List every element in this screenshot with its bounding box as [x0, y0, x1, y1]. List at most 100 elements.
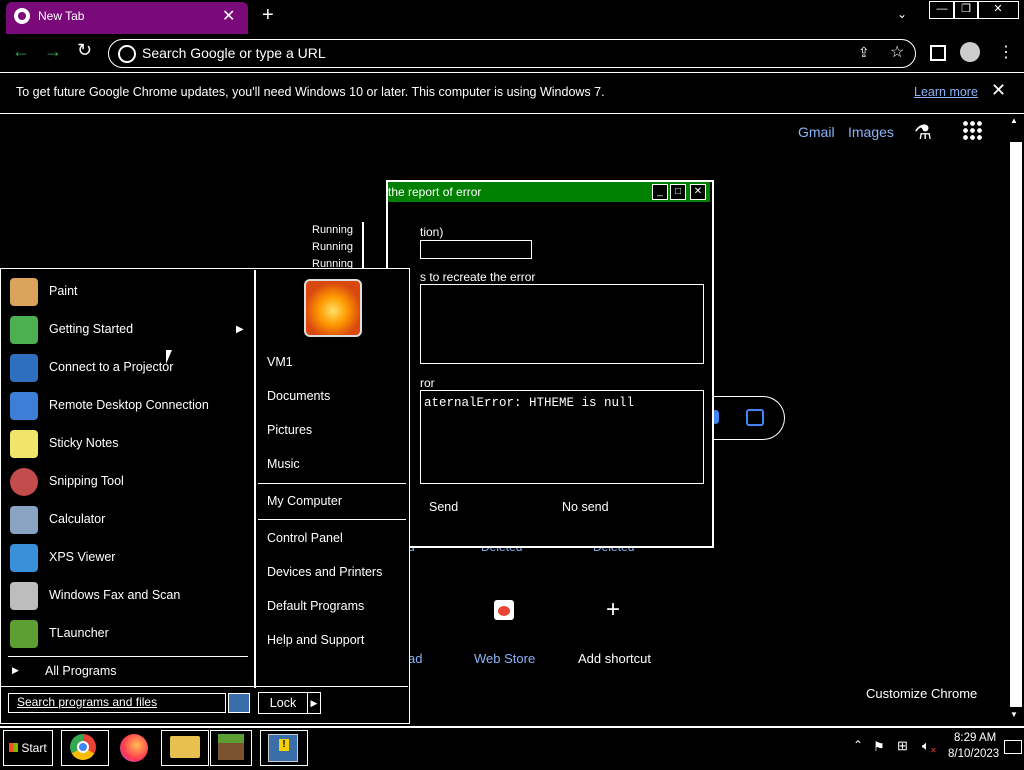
web-store-shortcut[interactable]: Web Store — [474, 651, 535, 666]
forward-arrow-icon[interactable]: → — [44, 41, 62, 62]
calculator-icon — [10, 506, 38, 534]
start-right-user[interactable]: VM1 — [267, 355, 293, 369]
start-item-sticky-notes[interactable]: Sticky Notes — [4, 426, 250, 462]
lock-options-arrow-icon[interactable]: ▶ — [307, 692, 321, 714]
new-tab-button[interactable]: + — [262, 4, 274, 27]
google-g-icon — [118, 45, 136, 63]
start-item-remote-desktop[interactable]: Remote Desktop Connection — [4, 388, 250, 424]
network-icon[interactable]: ⊞ — [897, 738, 908, 754]
start-right-documents[interactable]: Documents — [267, 389, 330, 403]
learn-more-link[interactable]: Learn more — [914, 85, 978, 99]
start-item-paint[interactable]: Paint — [4, 274, 250, 310]
start-item-label: Getting Started — [49, 322, 134, 336]
all-programs-button[interactable]: All Programs — [45, 664, 117, 678]
start-item-label: Sticky Notes — [49, 436, 119, 450]
tray-overflow-chevron-icon[interactable]: ⌃ — [853, 738, 863, 752]
start-right-devices-printers[interactable]: Devices and Printers — [267, 565, 382, 579]
start-right-separator — [258, 519, 406, 520]
action-center-flag-icon[interactable]: ⚑ — [873, 739, 885, 755]
start-label: Start — [21, 741, 47, 755]
gmail-link[interactable]: Gmail — [798, 124, 835, 140]
action-field[interactable] — [420, 240, 532, 259]
profile-avatar-icon[interactable] — [960, 42, 980, 62]
clock-time[interactable]: 8:29 AM — [954, 732, 996, 744]
folder-icon — [170, 736, 200, 758]
images-link[interactable]: Images — [848, 124, 894, 140]
start-item-label: TLauncher — [49, 626, 109, 640]
start-search-icon[interactable] — [228, 693, 250, 713]
start-right-control-panel[interactable]: Control Panel — [267, 531, 343, 545]
start-right-default-programs[interactable]: Default Programs — [267, 599, 364, 613]
start-item-tlauncher[interactable]: TLauncher — [4, 616, 250, 652]
start-item-getting-started[interactable]: Getting Started — [4, 312, 250, 348]
start-search-placeholder: Search programs and files — [17, 695, 158, 709]
chrome-favicon-icon — [14, 8, 30, 24]
sticky-notes-icon — [10, 430, 38, 458]
reload-icon[interactable]: ↻ — [77, 40, 92, 61]
minimize-button[interactable]: — — [929, 1, 955, 19]
customize-chrome-button[interactable]: Customize Chrome — [866, 686, 977, 701]
running-list: Running Running Running — [312, 222, 364, 273]
add-shortcut-label[interactable]: Add shortcut — [578, 651, 651, 666]
no-send-button[interactable]: No send — [562, 500, 609, 514]
scrollbar-thumb[interactable] — [1010, 142, 1022, 707]
back-arrow-icon[interactable]: ← — [12, 41, 30, 62]
error-text: aternalError: HTHEME is null — [424, 396, 635, 410]
tab-close-icon[interactable]: ✕ — [222, 6, 235, 26]
mouse-cursor-icon — [166, 350, 178, 364]
user-avatar[interactable] — [304, 279, 362, 337]
labs-flask-icon[interactable]: ⚗ — [914, 120, 932, 145]
side-panel-icon[interactable] — [930, 45, 946, 61]
show-desktop-button[interactable] — [1004, 740, 1022, 754]
start-item-label: Calculator — [49, 512, 106, 526]
google-apps-icon[interactable] — [962, 120, 982, 140]
projector-icon — [10, 354, 38, 382]
restore-button[interactable]: ❐ — [953, 1, 979, 19]
paint-icon — [10, 278, 38, 306]
bookmark-star-icon[interactable]: ☆ — [890, 42, 904, 62]
share-icon[interactable]: ⇪ — [858, 44, 870, 61]
start-item-snipping-tool[interactable]: Snipping Tool — [4, 464, 250, 500]
dialog-maximize-button[interactable]: □ — [670, 184, 686, 200]
steps-label: s to recreate the error — [420, 270, 536, 284]
close-window-button[interactable]: ✕ — [977, 1, 1019, 19]
start-right-my-computer[interactable]: My Computer — [267, 494, 342, 508]
start-right-music[interactable]: Music — [267, 457, 300, 471]
google-lens-icon[interactable] — [746, 409, 764, 426]
start-item-label: Snipping Tool — [49, 474, 124, 488]
scroll-up-icon[interactable]: ▲ — [1010, 116, 1018, 125]
start-item-fax-scan[interactable]: Windows Fax and Scan — [4, 578, 250, 614]
start-item-projector[interactable]: Connect to a Projector — [4, 350, 250, 386]
chrome-menu-icon[interactable]: ⋮ — [998, 42, 1014, 62]
clock-date[interactable]: 8/10/2023 — [948, 748, 999, 760]
dialog-title: the report of error — [388, 185, 482, 199]
send-button[interactable]: Send — [429, 500, 458, 514]
volume-icon[interactable]: 🔈︎ — [922, 738, 930, 754]
shortcut-label[interactable]: ad — [408, 651, 422, 666]
lock-button[interactable]: Lock — [258, 692, 308, 714]
dialog-minimize-button[interactable]: _ — [652, 184, 668, 200]
error-report-icon — [268, 734, 298, 762]
start-item-label: Paint — [49, 284, 78, 298]
add-shortcut-plus-icon[interactable]: + — [606, 596, 620, 624]
start-item-label: XPS Viewer — [49, 550, 116, 564]
tab-search-chevron-icon[interactable]: ⌄ — [897, 7, 907, 21]
error-label: ror — [420, 376, 435, 390]
tlauncher-icon — [10, 620, 38, 648]
start-item-xps-viewer[interactable]: XPS Viewer — [4, 540, 250, 576]
infobar-message: To get future Google Chrome updates, you… — [16, 85, 605, 99]
action-label: tion) — [420, 225, 444, 239]
running-item: Running — [312, 224, 353, 236]
steps-textarea[interactable] — [420, 284, 704, 364]
chrome-icon — [70, 734, 96, 760]
start-item-calculator[interactable]: Calculator — [4, 502, 250, 538]
submenu-arrow-icon[interactable]: ▶ — [236, 324, 244, 335]
web-store-icon[interactable] — [494, 600, 514, 620]
scroll-down-icon[interactable]: ▼ — [1010, 710, 1018, 719]
infobar-close-icon[interactable]: ✕ — [991, 80, 1006, 101]
windows-flag-icon — [9, 743, 19, 752]
start-right-help-support[interactable]: Help and Support — [267, 633, 364, 647]
start-right-pictures[interactable]: Pictures — [267, 423, 312, 437]
dialog-close-button[interactable]: ✕ — [690, 184, 706, 200]
start-button[interactable]: Start — [3, 730, 53, 766]
